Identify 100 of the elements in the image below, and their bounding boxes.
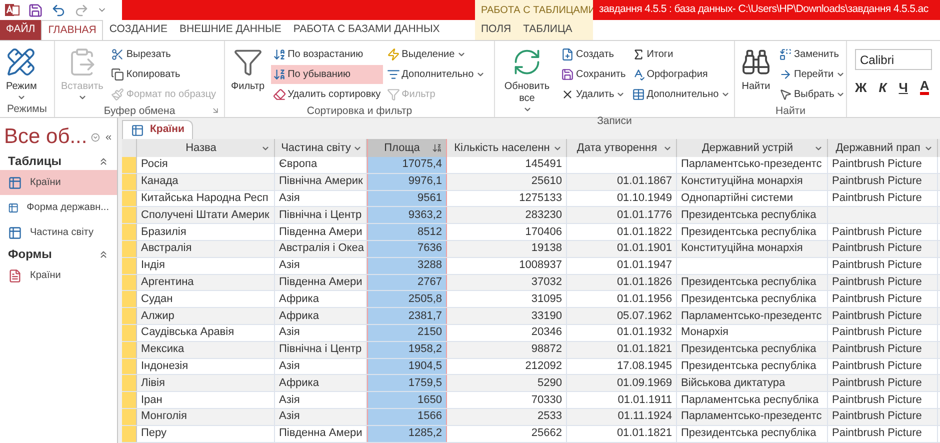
table-icon bbox=[8, 226, 22, 240]
table-cell: Президентська республіка bbox=[681, 294, 816, 305]
table-cell: Парламентсько-презедентс bbox=[681, 159, 822, 170]
table-cell: Південна Амери bbox=[279, 276, 362, 288]
ribbon-button[interactable]: Орфография bbox=[630, 65, 732, 84]
table-cell: Paintbrush Picture bbox=[832, 176, 922, 188]
row-selector[interactable] bbox=[122, 258, 137, 274]
ribbon-tab[interactable]: РАБОТА С БАЗАМИ ДАННЫХ bbox=[287, 20, 446, 40]
ribbon-button[interactable]: Итоги bbox=[630, 45, 732, 64]
row-selector[interactable] bbox=[122, 426, 137, 442]
row-selector[interactable] bbox=[122, 358, 137, 374]
window-title: завдання 4.5.5 : база данных- C:\Users\HP\Downloads\завдання 4.5.5.ac bbox=[599, 2, 928, 18]
caret-icon bbox=[522, 105, 532, 114]
ribbon-tab[interactable]: ТАБЛИЦА bbox=[517, 20, 578, 40]
save-icon[interactable] bbox=[28, 2, 43, 18]
funnel-icon bbox=[232, 47, 263, 77]
table-cell: 8512 bbox=[418, 226, 442, 238]
table-cell: Африка bbox=[279, 294, 319, 305]
spellcheck-icon bbox=[632, 68, 645, 81]
group-label: Сортировка и фильтр bbox=[306, 104, 412, 119]
document-tab[interactable]: Країни bbox=[122, 120, 194, 139]
ribbon-button[interactable]: Перейти bbox=[777, 65, 848, 84]
save-icon bbox=[561, 68, 574, 81]
row-selector[interactable] bbox=[122, 291, 137, 308]
table-cell: 01.01.1867 bbox=[616, 176, 672, 188]
ribbon-button[interactable]: Найти bbox=[737, 45, 775, 93]
ribbon-button[interactable]: Дополнительно bbox=[630, 85, 732, 104]
ribbon-button[interactable]: Выделение bbox=[384, 45, 487, 64]
ribbon-tab[interactable]: ВНЕШНИЕ ДАННЫЕ bbox=[173, 20, 288, 40]
table-cell: 70330 bbox=[531, 394, 562, 406]
dialog-launcher-icon[interactable] bbox=[211, 106, 220, 115]
ribbon-button[interactable]: По возрастанию bbox=[270, 45, 383, 64]
table-cell: 2767 bbox=[418, 276, 442, 288]
ribbon-button[interactable]: Фильтр bbox=[227, 45, 269, 93]
ribbon-tab[interactable]: ПОЛЯ bbox=[475, 20, 518, 40]
row-selector[interactable] bbox=[122, 392, 137, 408]
row-selector[interactable] bbox=[122, 207, 137, 224]
table-cell: Парламентсько-презедентс bbox=[681, 310, 822, 322]
binoculars-icon bbox=[741, 47, 771, 77]
table-cell: 31095 bbox=[531, 294, 562, 305]
ribbon-button[interactable]: Удалить сортировку bbox=[270, 85, 383, 104]
table-cell: Paintbrush Picture bbox=[832, 310, 922, 322]
table-cell: 2533 bbox=[538, 411, 562, 422]
row-selector[interactable] bbox=[122, 190, 137, 206]
row-selector[interactable] bbox=[122, 342, 137, 358]
ribbon-tab[interactable]: СОЗДАНИЕ bbox=[103, 20, 174, 40]
undo-icon[interactable] bbox=[51, 2, 66, 18]
dropdown-icon[interactable] bbox=[91, 130, 100, 144]
format-button[interactable]: Ж bbox=[855, 78, 867, 98]
table-cell: 7636 bbox=[418, 243, 442, 254]
table-cell: 17.08.1945 bbox=[616, 360, 672, 372]
group-label: Буфер обмена bbox=[104, 104, 176, 119]
row-selector[interactable] bbox=[122, 274, 137, 290]
table-cell: 01.01.1826 bbox=[616, 276, 672, 288]
row-selector[interactable] bbox=[122, 375, 137, 392]
format-button[interactable]: Ч bbox=[898, 78, 908, 98]
row-selector[interactable] bbox=[122, 308, 137, 324]
column-header[interactable]: Площа bbox=[367, 139, 447, 157]
table-cell: 25610 bbox=[531, 176, 562, 188]
collapse-icon[interactable] bbox=[98, 248, 109, 260]
paintbrush-icon bbox=[111, 88, 124, 101]
ribbon-tab[interactable]: ФАЙЛ bbox=[0, 20, 42, 40]
table-cell: Судан bbox=[141, 294, 173, 305]
ribbon-button[interactable]: По убыванию bbox=[270, 65, 383, 84]
ribbon-button[interactable]: Обновить все bbox=[497, 45, 557, 114]
table-cell: Paintbrush Picture bbox=[832, 276, 922, 288]
table-cell: Індія bbox=[141, 260, 165, 272]
table-cell: Південна Амери bbox=[279, 226, 362, 238]
redo-icon[interactable] bbox=[74, 2, 89, 18]
ribbon-button[interactable]: Выбрать bbox=[777, 85, 848, 104]
table-cell: Європа bbox=[279, 159, 318, 170]
table-cell: 9363,2 bbox=[408, 210, 442, 221]
format-button[interactable]: К bbox=[878, 78, 887, 98]
table-cell: Paintbrush Picture bbox=[832, 344, 922, 356]
nav-item[interactable]: Країни bbox=[0, 170, 117, 195]
row-selector[interactable] bbox=[122, 324, 137, 341]
sort-ascending-icon bbox=[272, 48, 286, 61]
table-cell: 212092 bbox=[525, 360, 562, 372]
row-selector[interactable] bbox=[122, 174, 137, 190]
caret-icon bbox=[836, 70, 845, 79]
caret-icon bbox=[16, 93, 26, 102]
ribbon-button[interactable]: Вырезать bbox=[109, 45, 218, 64]
ribbon-tab[interactable]: ГЛАВНАЯ bbox=[41, 20, 104, 40]
row-selector[interactable] bbox=[122, 240, 137, 257]
ribbon-button[interactable]: Дополнительно bbox=[384, 65, 487, 84]
ribbon-button[interactable]: Удалить bbox=[559, 85, 628, 104]
ribbon-button[interactable]: Создать bbox=[559, 45, 628, 64]
row-selector[interactable] bbox=[122, 157, 137, 173]
row-selector[interactable] bbox=[122, 408, 137, 425]
ribbon-button[interactable]: Сохранить bbox=[559, 65, 628, 84]
table-cell: Paintbrush Picture bbox=[832, 327, 922, 338]
row-selector[interactable] bbox=[122, 224, 137, 240]
table-cell: Саудівська Аравія bbox=[141, 327, 234, 338]
ribbon-button[interactable]: Режим bbox=[2, 45, 41, 102]
font-field[interactable]: Calibri bbox=[855, 49, 932, 70]
format-button[interactable]: A bbox=[920, 80, 930, 96]
ribbon-button[interactable]: Заменить bbox=[777, 45, 848, 64]
ribbon-button[interactable]: Копировать bbox=[109, 65, 218, 84]
collapse-icon[interactable] bbox=[98, 156, 109, 166]
replace-icon bbox=[779, 48, 792, 61]
